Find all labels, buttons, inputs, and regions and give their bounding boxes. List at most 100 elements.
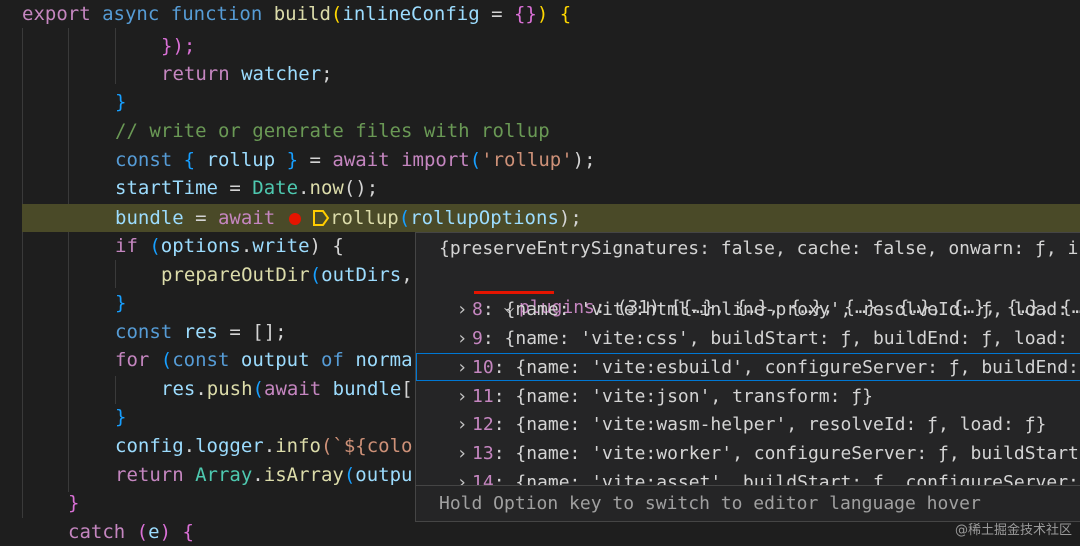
hover-footer-text: Hold Option key to switch to editor lang…	[439, 493, 981, 514]
indent-guide	[115, 376, 116, 404]
default-value: =	[479, 3, 514, 25]
keyword: return	[115, 464, 184, 486]
code-line-14[interactable]: res.push(await bundle[	[161, 375, 413, 403]
comment: // write or generate files with rollup	[115, 120, 550, 142]
method: push	[206, 378, 253, 400]
bracket: )	[536, 3, 549, 25]
code-line-5[interactable]: // write or generate files with rollup	[115, 117, 550, 145]
code-line-18[interactable]: }	[68, 489, 79, 517]
chevron-right-icon[interactable]: ›	[452, 440, 472, 468]
closing-bracket: }	[115, 406, 127, 428]
code-line-17[interactable]: return Array.isArray(outpu	[115, 461, 412, 489]
bracket: (	[136, 521, 149, 543]
punctuation: );	[558, 207, 582, 229]
chevron-right-icon[interactable]: ›	[452, 354, 472, 382]
bracket: (	[330, 3, 343, 25]
code-line-8-current[interactable]: bundle = await rollup(rollupOptions);	[115, 204, 582, 232]
code-line-10[interactable]: prepareOutDir(outDirs,	[161, 261, 413, 289]
parameter: inlineConfig	[342, 3, 480, 25]
punctuation: ) {	[159, 521, 194, 543]
method: now	[309, 177, 344, 199]
bracket: (	[469, 149, 482, 171]
code-line-15[interactable]: }	[115, 403, 126, 431]
closing-bracket: }	[68, 492, 80, 514]
keyword: const	[172, 349, 230, 371]
function-call: rollup	[330, 207, 399, 229]
plugin-item-13[interactable]: › 13: {name: 'vite:worker', configureServ…	[416, 440, 1080, 468]
bracket: (	[343, 464, 356, 486]
indent-guide	[68, 28, 69, 492]
class-name: Array	[195, 464, 253, 486]
closing-bracket: });	[161, 35, 196, 57]
operator: =	[217, 177, 253, 199]
code-line-19[interactable]: catch (e) {	[68, 518, 194, 546]
function-call: prepareOutDir	[161, 264, 310, 286]
indent-guide	[22, 28, 23, 518]
plugin-value: : {name: 'vite:json', transform: ƒ}	[493, 386, 873, 407]
keyword: if	[115, 235, 138, 257]
code-line-2[interactable]: });	[161, 32, 195, 60]
keyword: export	[22, 3, 91, 25]
variable: outpu	[355, 464, 413, 486]
keyword: const	[115, 149, 173, 171]
string: 'rollup'	[481, 149, 573, 171]
plugin-item-11[interactable]: › 11: {name: 'vite:json', transform: ƒ}	[416, 383, 1080, 411]
plugin-item-8[interactable]: › 8: {name: 'vite:html-inline-proxy', res…	[416, 296, 1080, 324]
punctuation: ,	[401, 264, 413, 286]
bracket: (	[252, 378, 264, 400]
code-line-13[interactable]: for (const output of norma	[115, 346, 413, 374]
plugin-index: 10	[472, 357, 494, 378]
chevron-right-icon[interactable]: ›	[452, 411, 472, 439]
punctuation: ();	[343, 177, 379, 199]
plugin-index: 9	[472, 328, 483, 349]
code-line-12[interactable]: const res = [];	[115, 318, 287, 346]
template-string: (`${colo	[320, 435, 413, 457]
punctuation: );	[572, 149, 596, 171]
keyword: return	[161, 63, 230, 85]
code-line-11[interactable]: }	[115, 289, 126, 317]
plugin-item-12[interactable]: › 12: {name: 'vite:wasm-helper', resolveI…	[416, 411, 1080, 439]
plugin-item-10[interactable]: › 10: {name: 'vite:esbuild', configureSer…	[416, 354, 1080, 382]
bracket: {	[183, 149, 207, 171]
code-line-4[interactable]: }	[115, 88, 126, 116]
code-line-7[interactable]: startTime = Date.now();	[115, 174, 378, 202]
code-line-9[interactable]: if (options.write) {	[115, 232, 344, 260]
hover-summary: {preserveEntrySignatures: false, cache: …	[416, 235, 1080, 263]
variable: options	[160, 235, 241, 257]
class-name: Date	[252, 177, 299, 199]
method: isArray	[263, 464, 344, 486]
plugins-row[interactable]: ⌵ plugins: (31) [{…}, {…}, {…}, {…}, {…},…	[416, 266, 1080, 318]
plugin-item-9[interactable]: › 9: {name: 'vite:css', buildStart: ƒ, bu…	[416, 325, 1080, 353]
indent-guide	[115, 28, 116, 84]
plugin-value: : {name: 'vite:worker', configureServer:…	[493, 443, 1080, 464]
closing-bracket: }	[115, 292, 127, 314]
keyword: await	[332, 149, 390, 171]
variable: output	[240, 349, 310, 371]
punctuation: ) {	[309, 235, 344, 257]
chevron-right-icon[interactable]: ›	[452, 383, 472, 411]
keyword: function	[170, 3, 263, 25]
argument[interactable]: rollupOptions	[410, 207, 559, 229]
variable: bundle	[332, 378, 402, 400]
breakpoint-icon[interactable]	[288, 213, 301, 225]
code-line-16[interactable]: config.logger.info(`${colo	[115, 432, 412, 460]
chevron-right-icon[interactable]: ›	[452, 296, 472, 324]
function-name: build	[273, 3, 331, 25]
plugins-underline	[474, 291, 554, 294]
variable: norma	[355, 349, 413, 371]
method: info	[275, 435, 321, 457]
operator: =	[183, 207, 218, 229]
debug-hover-widget[interactable]: {preserveEntrySignatures: false, cache: …	[415, 232, 1080, 522]
variable: res	[183, 321, 218, 343]
code-editor[interactable]: export async function build(inlineConfig…	[0, 0, 1080, 544]
keyword: await	[217, 207, 276, 229]
code-line-6[interactable]: const { rollup } = await import('rollup'…	[115, 146, 596, 174]
chevron-right-icon[interactable]: ›	[452, 325, 472, 353]
variable: outDirs	[321, 264, 402, 286]
code-line-3[interactable]: return watcher;	[161, 60, 333, 88]
variable: watcher	[241, 63, 322, 85]
keyword: for	[115, 349, 150, 371]
code-line-1[interactable]: export async function build(inlineConfig…	[22, 0, 571, 28]
plugin-value: : {name: 'vite:css', buildStart: ƒ, buil…	[482, 328, 1080, 349]
hover-summary-text: {preserveEntrySignatures: false, cache: …	[439, 238, 1080, 259]
